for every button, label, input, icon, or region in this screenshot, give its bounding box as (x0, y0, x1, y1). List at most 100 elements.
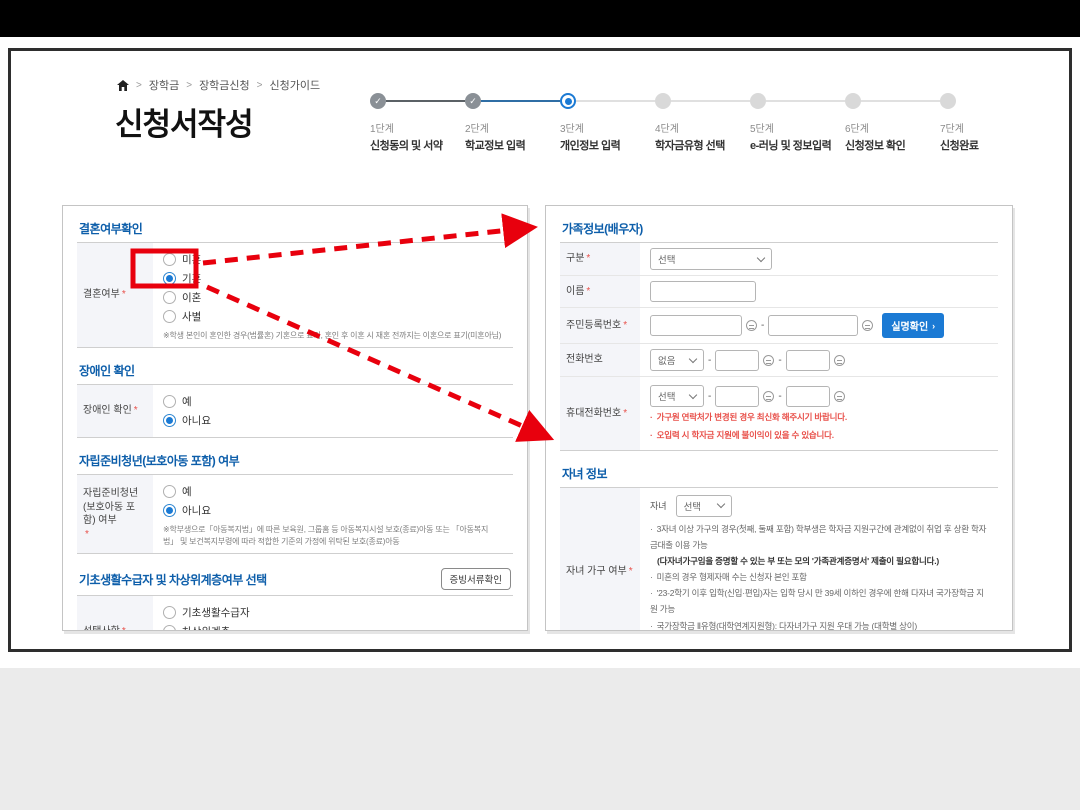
breadcrumb: > 장학금 > 장학금신청 > 신청가이드 (117, 77, 320, 93)
mobile-last-input[interactable] (786, 386, 830, 407)
row-label-rrn: 주민등록번호* (560, 308, 640, 343)
step-4: 4단계 학자금유형 선택 (655, 93, 750, 153)
row-label-children: 자녀 가구 여부* (560, 488, 640, 631)
radio-disability-no[interactable]: 아니요 (163, 413, 503, 428)
breadcrumb-item-application[interactable]: 장학금신청 (199, 77, 250, 93)
step-2: ✓ 2단계 학교정보 입력 (465, 93, 560, 153)
breadcrumb-item-guide[interactable]: 신청가이드 (270, 77, 321, 93)
home-icon[interactable] (117, 80, 129, 91)
gubun-select[interactable]: 선택 (650, 248, 772, 270)
table-row: 자립준비청년 (보호아동 포함) 여부 * 예 아니요 ※학부생으로「아동복지법… (77, 475, 513, 553)
progress-stepper: ✓ 1단계 신청동의 및 서약 ✓ 2단계 학교정보 입력 3단계 개인정보 입… (370, 93, 1030, 159)
radio-checked-icon[interactable] (163, 272, 176, 285)
breadcrumb-separator: > (257, 80, 263, 91)
mobile-prefix-select[interactable]: 선택 (650, 385, 704, 407)
radio-widowed[interactable]: 사별 (163, 309, 503, 324)
table-row: 휴대전화번호* 선택 - - 가구원 연락처가 변경된 경우 최신화 해주시기 … (560, 377, 998, 450)
basic-livelihood-table: 선택사항* 기초생활수급자 차상위계층 해당없음 (77, 595, 513, 631)
mobile-mid-input[interactable] (715, 386, 759, 407)
step-number: 7단계 (940, 120, 1035, 135)
family-table: 구분* 선택 이름* 주민등록번호* - (560, 242, 998, 451)
main-panel: > 장학금 > 장학금신청 > 신청가이드 신청서작성 ✓ 1단계 신청동의 및… (8, 48, 1072, 652)
step-label: 학교정보 입력 (465, 137, 560, 153)
breadcrumb-separator: > (186, 80, 192, 91)
rrn-front-input[interactable] (650, 315, 742, 336)
top-black-bar (0, 0, 1080, 37)
step-number: 2단계 (465, 120, 560, 135)
radio-icon[interactable] (163, 485, 176, 498)
step-label: 개인정보 입력 (560, 137, 655, 153)
section-heading-family: 가족정보(배우자) (562, 220, 643, 237)
chevron-down-icon (716, 500, 724, 508)
step-label: e-러닝 및 정보입력 (750, 137, 845, 153)
disability-table: 장애인 확인* 예 아니요 (77, 384, 513, 438)
secure-keypad-icon (834, 355, 845, 366)
bullet-item: 3자녀 이상 가구의 경우(첫째, 둘째 포함) 학부생은 학자금 지원구간에 … (650, 521, 988, 553)
radio-selfreliance-yes[interactable]: 예 (163, 484, 503, 499)
step-label: 신청완료 (940, 137, 1035, 153)
radio-icon[interactable] (163, 310, 176, 323)
radio-selfreliance-no[interactable]: 아니요 (163, 503, 503, 518)
secure-keypad-icon (763, 391, 774, 402)
step-number: 3단계 (560, 120, 655, 135)
arrow-right-icon: › (932, 321, 935, 331)
table-row: 선택사항* 기초생활수급자 차상위계층 해당없음 (77, 596, 513, 631)
section-heading-children: 자녀 정보 (562, 465, 607, 482)
row-label-disability: 장애인 확인* (77, 385, 153, 437)
radio-basic-recipient[interactable]: 기초생활수급자 (163, 605, 503, 620)
step-number: 1단계 (370, 120, 465, 135)
real-name-verify-button[interactable]: 실명확인› (882, 313, 944, 338)
radio-icon[interactable] (163, 291, 176, 304)
step-label: 학자금유형 선택 (655, 137, 750, 153)
radio-icon[interactable] (163, 253, 176, 266)
table-row: 전화번호 없음 - - (560, 344, 998, 377)
secure-keypad-icon (763, 355, 774, 366)
radio-unmarried[interactable]: 미혼 (163, 252, 503, 267)
step-7: 7단계 신청완료 (940, 93, 1035, 153)
selfreliance-note: ※학부생으로「아동복지법」에 따른 보육원, 그룹홈 등 아동복지시설 보호(종… (163, 524, 503, 548)
row-label-gubun: 구분* (560, 243, 640, 275)
page-title: 신청서작성 (115, 99, 253, 144)
children-count-select[interactable]: 선택 (676, 495, 732, 517)
step-label: 신청동의 및 서약 (370, 137, 465, 153)
radio-married[interactable]: 기혼 (163, 271, 503, 286)
marriage-table: 결혼여부* 미혼 기혼 이혼 사별 ※학생 본인이 혼인한 경우(법률혼) 기혼… (77, 242, 513, 348)
step-todo-icon (845, 93, 861, 109)
step-todo-icon (655, 93, 671, 109)
section-heading-selfreliance: 자립준비청년(보호아동 포함) 여부 (79, 452, 239, 469)
row-label-selfreliance: 자립준비청년 (보호아동 포함) 여부 * (77, 475, 153, 553)
radio-icon[interactable] (163, 625, 176, 631)
bullet-item: 국가장학금 Ⅱ유형(대학연계지원형): 다자녀가구 지원 우대 가능 (대학별 … (650, 618, 988, 631)
radio-disability-yes[interactable]: 예 (163, 394, 503, 409)
marriage-note: ※학생 본인이 혼인한 경우(법률혼) 기혼으로 표기, 혼인 후 이혼 시 재… (163, 330, 503, 342)
proof-documents-button[interactable]: 증빙서류확인 (441, 568, 511, 590)
bullet-item: 미혼의 경우 형제자매 수는 신청자 본인 포함 (650, 569, 988, 585)
radio-checked-icon[interactable] (163, 504, 176, 517)
step-number: 4단계 (655, 120, 750, 135)
step-1: ✓ 1단계 신청동의 및 서약 (370, 93, 465, 153)
phone-last-input[interactable] (786, 350, 830, 371)
radio-checked-icon[interactable] (163, 414, 176, 427)
step-5: 5단계 e-러닝 및 정보입력 (750, 93, 845, 153)
radio-near-poverty[interactable]: 차상위계층 (163, 624, 503, 631)
step-number: 6단계 (845, 120, 940, 135)
row-label-marriage: 결혼여부* (77, 243, 153, 347)
bullet-item-bold: (다자녀가구임을 증명할 수 있는 부 또는 모의 '가족관계증명서' 제출이 … (650, 553, 988, 569)
step-todo-icon (940, 93, 956, 109)
table-row: 구분* 선택 (560, 243, 998, 276)
step-6: 6단계 신청정보 확인 (845, 93, 940, 153)
table-row: 이름* (560, 276, 998, 308)
phone-mid-input[interactable] (715, 350, 759, 371)
radio-icon[interactable] (163, 395, 176, 408)
children-table: 자녀 가구 여부* 자녀 선택 3자녀 이상 가구의 경우(첫째, 둘째 포함)… (560, 487, 998, 631)
mobile-warning-note: 가구원 연락처가 변경된 경우 최신화 해주시기 바랍니다. (650, 409, 988, 427)
spouse-name-input[interactable] (650, 281, 756, 302)
radio-divorced[interactable]: 이혼 (163, 290, 503, 305)
section-heading-disability: 장애인 확인 (79, 362, 135, 379)
phone-prefix-select[interactable]: 없음 (650, 349, 704, 371)
rrn-back-input[interactable] (768, 315, 858, 336)
radio-icon[interactable] (163, 606, 176, 619)
table-row: 결혼여부* 미혼 기혼 이혼 사별 ※학생 본인이 혼인한 경우(법률혼) 기혼… (77, 243, 513, 347)
step-number: 5단계 (750, 120, 845, 135)
breadcrumb-item-scholarship[interactable]: 장학금 (149, 77, 179, 93)
